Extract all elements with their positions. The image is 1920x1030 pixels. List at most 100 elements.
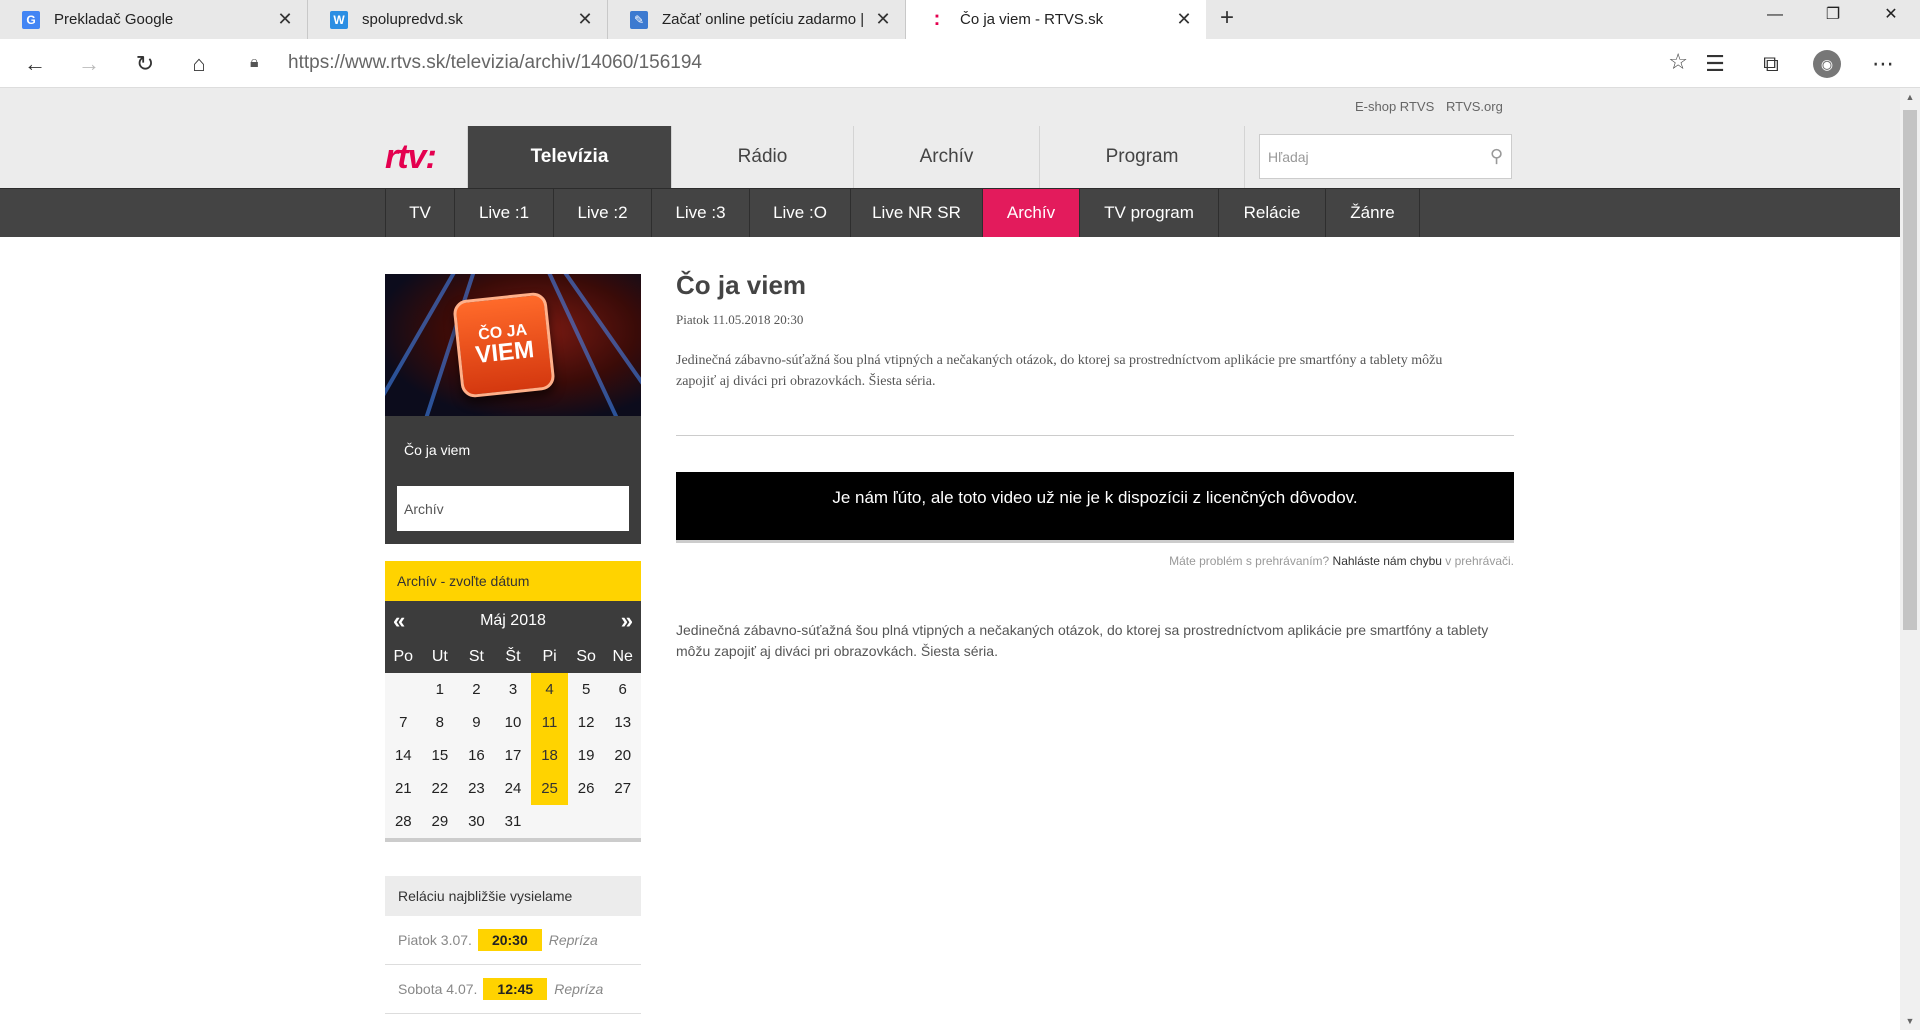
calendar-day: 24 (494, 772, 532, 805)
subnav-live-o[interactable]: Live :O (750, 189, 851, 237)
new-tab-button[interactable]: + (1212, 4, 1242, 34)
weekday-header: St (458, 641, 495, 673)
more-icon[interactable]: ⋯ (1866, 47, 1900, 81)
air-note: Repríza (548, 932, 598, 948)
rtvs-org-link[interactable]: RTVS.org (1446, 99, 1503, 114)
calendar-day: 16 (458, 739, 495, 772)
report-error-link[interactable]: Nahláste nám chybu (1333, 554, 1442, 568)
show-archive-select[interactable]: Archív (397, 486, 629, 531)
nav-radio[interactable]: Rádio (671, 126, 853, 188)
calendar-grid: Po Ut St Št Pi So Ne 1 2 3 4 5 6 7 8 9 10 11 12 13 14 15 16 17 1… (385, 641, 641, 838)
maximize-icon[interactable]: ❐ (1810, 0, 1856, 32)
subnav-tv[interactable]: TV (385, 189, 455, 237)
minimize-icon[interactable]: — (1752, 0, 1798, 32)
calendar-day: 9 (458, 706, 495, 739)
thumb-text-bottom: VIEM (474, 335, 536, 369)
favorites-list-icon[interactable]: ☰ (1698, 47, 1732, 81)
window-close-icon[interactable]: ✕ (1868, 0, 1914, 32)
calendar-day[interactable]: 11 (531, 706, 568, 739)
list-item: Sobota 4.07. 12:45 Repríza (385, 965, 641, 1014)
calendar-empty-cell (385, 673, 422, 706)
page-title: Čo ja viem (676, 270, 807, 300)
show-name: Čo ja viem (404, 442, 471, 458)
close-icon[interactable]: ✕ (277, 9, 293, 30)
calendar-day: 2 (458, 673, 495, 706)
petition-icon: ✎ (630, 10, 648, 29)
air-time[interactable]: 20:30 (477, 929, 542, 951)
next-month-icon[interactable]: » (621, 608, 633, 634)
show-thumbnail[interactable]: ČO JA VIEM (385, 274, 641, 416)
calendar-day: 8 (421, 706, 459, 739)
calendar-empty-cell (531, 805, 568, 838)
air-day: Piatok 3.07. (398, 932, 472, 948)
tab-label: spolupredvd.sk (362, 11, 463, 28)
tab-label: Čo ja viem - RTVS.sk (960, 11, 1104, 28)
subnav-archiv[interactable]: Archív (983, 189, 1080, 237)
tab-petition[interactable]: ✎ Začať online petíciu zadarmo | P... ✕ (608, 0, 906, 39)
show-card: ČO JA VIEM Čo ja viem Archív (385, 274, 641, 544)
calendar-title: Archív - zvoľte dátum (385, 561, 641, 601)
nav-program[interactable]: Program (1039, 126, 1245, 188)
back-icon[interactable]: ← (18, 47, 52, 81)
broadcast-date: Piatok 11.05.2018 20:30 (676, 312, 804, 327)
calendar-day: 5 (567, 673, 605, 706)
lock-icon: 🔒︎ (250, 54, 259, 71)
subnav-live-1[interactable]: Live :1 (455, 189, 554, 237)
calendar-day: 29 (421, 805, 459, 838)
calendar-day: 10 (494, 706, 532, 739)
tab-spolupredvd[interactable]: W spolupredvd.sk ✕ (308, 0, 608, 39)
vertical-scrollbar[interactable]: ▲ ▼ (1900, 88, 1920, 1030)
air-time[interactable]: 12:45 (483, 978, 548, 1000)
tab-rtvs[interactable]: : Čo ja viem - RTVS.sk ✕ (906, 0, 1206, 39)
util-bar: E-shop RTVS RTVS.org (0, 88, 1900, 126)
address-bar[interactable]: 🔒︎ https://www.rtvs.sk/televizia/archiv/… (236, 45, 1696, 81)
favorite-star-icon[interactable]: ☆ (1668, 49, 1688, 75)
collections-icon[interactable]: ⧉ (1754, 47, 1788, 81)
google-translate-icon: G (22, 10, 40, 29)
subnav-zanre[interactable]: Žánre (1326, 189, 1420, 237)
search-icon[interactable]: ⚲ (1490, 146, 1503, 167)
show-description: Jedinečná zábavno-súťažná šou plná vtipn… (676, 622, 1489, 659)
calendar-day: 6 (604, 673, 641, 706)
subnav-live-2[interactable]: Live :2 (554, 189, 652, 237)
rtvs-logo[interactable]: rtv: (385, 138, 437, 177)
address-url: https://www.rtvs.sk/televizia/archiv/140… (288, 52, 702, 73)
scroll-up-icon[interactable]: ▲ (1900, 88, 1920, 106)
rtvs-icon: : (933, 8, 941, 30)
browser-toolbar: ← → ↻ ⌂ 🔒︎ https://www.rtvs.sk/televizia… (0, 39, 1920, 88)
subnav-live-3[interactable]: Live :3 (652, 189, 750, 237)
calendar-day: 23 (458, 772, 495, 805)
subnav-relacie[interactable]: Relácie (1219, 189, 1326, 237)
scroll-thumb[interactable] (1903, 110, 1917, 630)
air-note: Repríza (554, 981, 604, 997)
refresh-icon[interactable]: ↻ (128, 47, 162, 81)
close-icon[interactable]: ✕ (1176, 9, 1192, 30)
calendar-day: 1 (421, 673, 459, 706)
close-icon[interactable]: ✕ (875, 9, 891, 30)
next-air-box: Reláciu najbližšie vysielame Piatok 3.07… (385, 876, 641, 1014)
eshop-link[interactable]: E-shop RTVS (1355, 99, 1434, 114)
calendar-empty-cell (567, 805, 605, 838)
home-icon[interactable]: ⌂ (182, 47, 216, 81)
tab-label: Začať online petíciu zadarmo | P... (662, 11, 867, 28)
scroll-down-icon[interactable]: ▼ (1900, 1012, 1920, 1030)
nav-televizia[interactable]: Televízia (467, 126, 671, 188)
calendar-empty-cell (604, 805, 641, 838)
show-logo-box: ČO JA VIEM (452, 291, 556, 399)
weekday-header: Ne (604, 641, 641, 673)
divider (676, 435, 1514, 436)
close-icon[interactable]: ✕ (577, 9, 593, 30)
calendar-nav: « Máj 2018 » (385, 601, 641, 641)
tab-google-translate[interactable]: G Prekladač Google ✕ (0, 0, 308, 39)
sub-nav: TV Live :1 Live :2 Live :3 Live :O Live … (0, 188, 1900, 237)
subnav-live-nr-sr[interactable]: Live NR SR (851, 189, 983, 237)
profile-icon[interactable]: ◉ (1810, 47, 1844, 81)
calendar-day[interactable]: 25 (531, 772, 568, 805)
forward-icon[interactable]: → (72, 47, 106, 81)
calendar-day[interactable]: 4 (531, 673, 568, 706)
nav-archiv[interactable]: Archív (853, 126, 1039, 188)
calendar-day: 19 (567, 739, 605, 772)
subnav-tv-program[interactable]: TV program (1080, 189, 1219, 237)
calendar-day[interactable]: 18 (531, 739, 568, 772)
search-input[interactable] (1268, 148, 1468, 165)
